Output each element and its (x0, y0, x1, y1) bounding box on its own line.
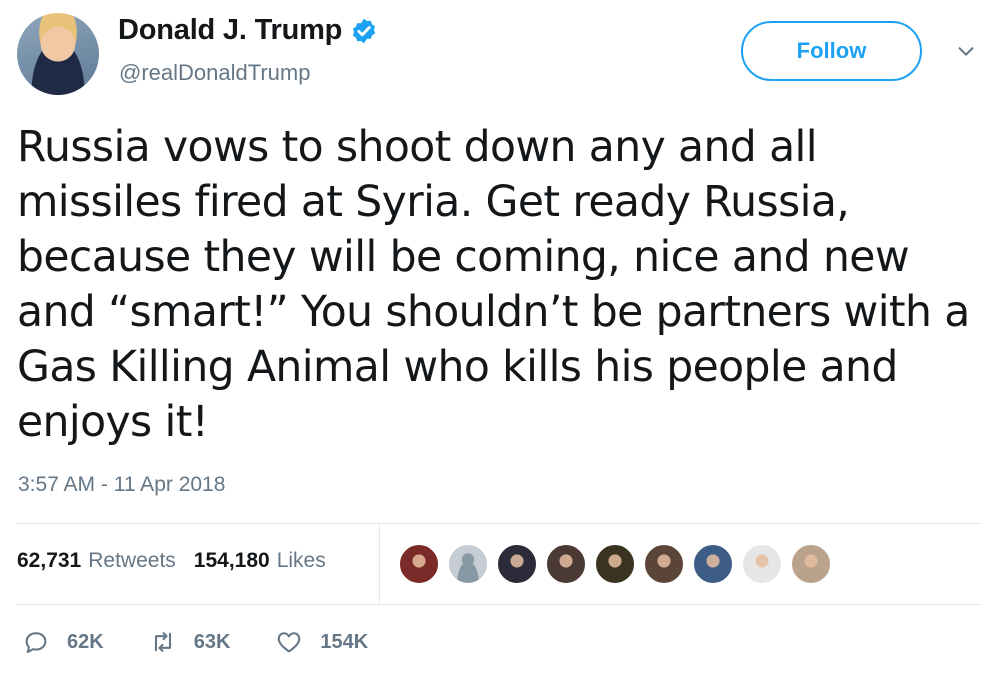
verified-badge-icon (353, 18, 376, 43)
divider (17, 523, 981, 524)
likes-label[interactable]: Likes (277, 549, 326, 573)
liked-by-avatar[interactable] (790, 543, 832, 585)
name-row: Donald J. Trump (118, 14, 378, 47)
reply-count: 62K (67, 630, 104, 653)
liked-by-avatar[interactable] (545, 543, 587, 585)
retweet-icon (154, 632, 171, 652)
chevron-down-icon[interactable] (955, 40, 977, 62)
stats-divider (379, 523, 380, 604)
like-count: 154K (320, 630, 369, 653)
liked-by-avatar[interactable] (741, 543, 783, 585)
tweet-stats: 62,731 Retweets 154,180 Likes (17, 549, 326, 573)
tweet-timestamp[interactable]: 3:57 AM - 11 Apr 2018 (18, 473, 225, 497)
follow-button[interactable]: Follow (741, 21, 922, 81)
heart-icon (278, 632, 301, 653)
tweet-card: Donald J. Trump @realDonaldTrump Follow … (0, 0, 1000, 675)
liked-by-avatar[interactable] (692, 543, 734, 585)
reply-button[interactable]: 62K (22, 628, 104, 656)
reply-icon (25, 632, 47, 653)
retweets-count[interactable]: 62,731 (17, 549, 81, 573)
liked-by-avatar[interactable] (496, 543, 538, 585)
user-handle[interactable]: @realDonaldTrump (119, 60, 310, 86)
default-avatar-icon[interactable] (447, 543, 489, 585)
like-button[interactable]: 154K (275, 628, 368, 656)
liked-by-avatar[interactable] (398, 543, 440, 585)
liked-by-avatar[interactable] (594, 543, 636, 585)
retweet-button[interactable]: 63K (149, 628, 231, 656)
liked-by-avatars (398, 543, 832, 585)
profile-avatar[interactable] (17, 13, 99, 95)
liked-by-avatar[interactable] (643, 543, 685, 585)
tweet-text: Russia vows to shoot down any and all mi… (17, 123, 970, 447)
retweet-count: 63K (193, 630, 231, 653)
likes-count[interactable]: 154,180 (194, 549, 270, 573)
retweets-label[interactable]: Retweets (88, 549, 176, 573)
display-name[interactable]: Donald J. Trump (118, 14, 342, 47)
tweet-actions: 62K 63K 154K (22, 628, 368, 656)
divider (17, 604, 981, 605)
